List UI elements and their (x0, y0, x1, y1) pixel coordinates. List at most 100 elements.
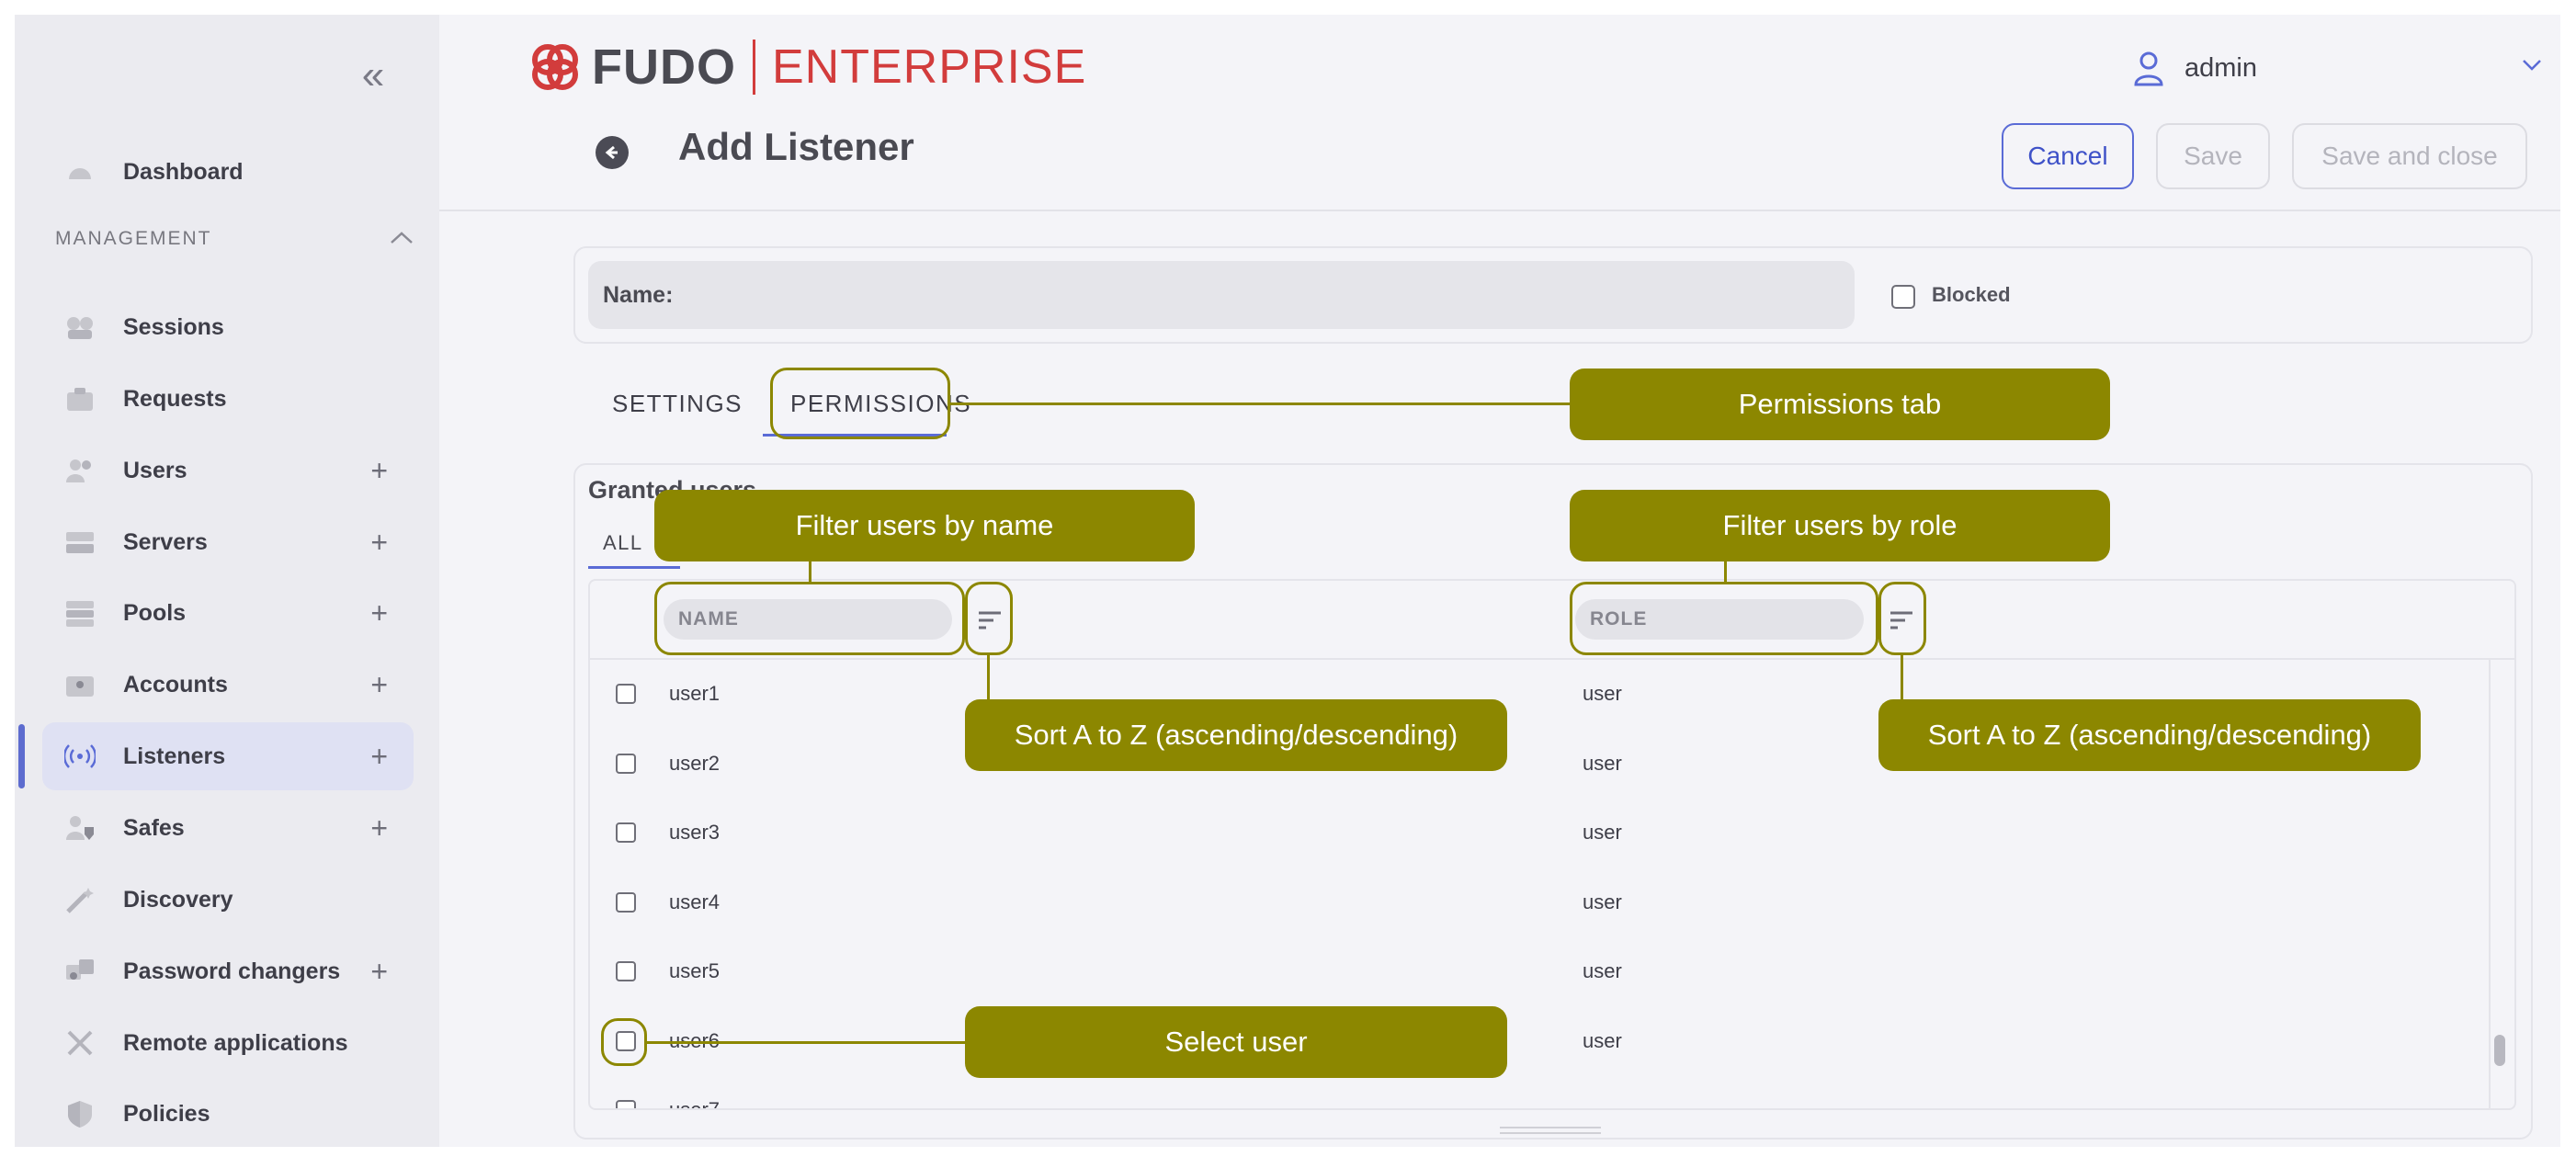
add-icon[interactable]: + (370, 739, 388, 774)
sidebar-item-password-changers[interactable]: Password changers + (42, 937, 414, 1005)
save-and-close-button[interactable]: Save and close (2292, 123, 2527, 189)
sidebar-item-pools[interactable]: Pools + (42, 579, 414, 647)
sidebar-item-safes[interactable]: Safes + (42, 794, 414, 862)
user-menu[interactable]: admin (2133, 50, 2542, 86)
page-title: Add Listener (678, 125, 914, 168)
blocked-checkbox[interactable] (1891, 285, 1915, 309)
row-checkbox[interactable] (616, 753, 636, 774)
row-checkbox[interactable] (616, 961, 636, 981)
sidebar-item-requests[interactable]: Requests (42, 365, 414, 433)
add-icon[interactable]: + (370, 453, 388, 488)
connector-line (987, 655, 990, 699)
chevron-up-icon[interactable] (388, 226, 415, 248)
table-row[interactable]: user7 (590, 1078, 2483, 1110)
active-subtab-indicator (588, 566, 680, 569)
pools-icon (64, 597, 96, 629)
connector-line (1724, 561, 1727, 582)
user-icon (2134, 51, 2163, 86)
user-name-cell: user2 (669, 751, 721, 775)
tab-settings[interactable]: SETTINGS (612, 390, 743, 418)
add-icon[interactable]: + (370, 954, 388, 989)
logo: FUDO ENTERPRISE (528, 39, 1086, 96)
requests-icon (64, 383, 96, 414)
active-item-indicator (18, 724, 25, 788)
connector-line (1901, 655, 1903, 699)
arrow-left-icon (605, 145, 618, 160)
accounts-icon (64, 669, 96, 700)
user-name-cell: user3 (669, 821, 721, 844)
chevron-down-icon[interactable] (2522, 59, 2542, 72)
cancel-button[interactable]: Cancel (2002, 123, 2134, 189)
listeners-icon (64, 741, 96, 772)
table-row[interactable]: user5 user (590, 939, 2483, 1008)
table-row[interactable]: user3 user (590, 800, 2483, 869)
user-role-cell: user (1583, 821, 1622, 844)
user-role-cell: user (1583, 890, 1622, 913)
sidebar-item-label: Sessions (123, 313, 224, 340)
logo-sub-text: ENTERPRISE (771, 40, 1087, 94)
sidebar-item-label: Discovery (123, 886, 233, 913)
sidebar-item-dashboard[interactable]: Dashboard (42, 138, 414, 206)
user-name-cell: user7 (669, 1098, 721, 1110)
policies-icon (64, 1098, 96, 1129)
sidebar-item-label: Dashboard (123, 158, 244, 185)
tab-all[interactable]: ALL (603, 531, 643, 555)
user-name-cell: user1 (669, 682, 721, 705)
row-checkbox[interactable] (616, 1100, 636, 1108)
user-name-cell: user5 (669, 959, 721, 982)
connector-line (950, 403, 1584, 405)
name-label: Name: (603, 281, 674, 308)
annotation-permissions-tab: Permissions tab (1570, 369, 2110, 440)
sidebar-item-listeners[interactable]: Listeners + (42, 722, 414, 790)
fudo-logo-icon (532, 44, 578, 90)
sidebar-item-users[interactable]: Users + (42, 437, 414, 505)
add-icon[interactable]: + (370, 811, 388, 845)
add-icon[interactable]: + (370, 667, 388, 702)
password-changers-icon (64, 956, 96, 987)
sidebar-item-remote-applications[interactable]: Remote applications (42, 1009, 414, 1077)
scrollbar-thumb[interactable] (2494, 1035, 2505, 1066)
granted-users-card: Granted users ALL NAME ROLE user1useruse… (573, 463, 2533, 1140)
users-icon (64, 455, 96, 486)
header: FUDO ENTERPRISE admin Add Listener Cance… (439, 15, 2560, 211)
logo-main-text: FUDO (592, 40, 736, 95)
add-icon[interactable]: + (370, 525, 388, 560)
back-button[interactable] (596, 136, 629, 169)
collapse-sidebar-icon[interactable]: « (355, 55, 392, 96)
user-name: admin (2184, 52, 2257, 83)
sidebar-item-label: Users (123, 457, 187, 483)
save-button[interactable]: Save (2156, 123, 2270, 189)
sidebar-item-label: Pools (123, 599, 187, 626)
user-name-cell: user4 (669, 890, 721, 913)
highlight-name-filter (654, 582, 965, 655)
annotation-sort-name: Sort A to Z (ascending/descending) (965, 699, 1507, 771)
sidebar-item-sessions[interactable]: Sessions (42, 293, 414, 361)
sidebar-item-label: Listeners (123, 743, 226, 769)
highlight-sort-name (965, 582, 1013, 655)
sidebar-item-policies[interactable]: Policies (42, 1080, 414, 1147)
row-checkbox[interactable] (616, 891, 636, 913)
sidebar-item-accounts[interactable]: Accounts + (42, 651, 414, 719)
sidebar-item-servers[interactable]: Servers + (42, 508, 414, 576)
connector-line (647, 1041, 978, 1044)
row-checkbox[interactable] (616, 684, 636, 704)
sidebar-item-discovery[interactable]: Discovery (42, 866, 414, 934)
name-card: Name: Blocked (573, 246, 2533, 344)
annotation-filter-name: Filter users by name (654, 490, 1195, 561)
servers-icon (64, 527, 96, 558)
annotation-sort-role: Sort A to Z (ascending/descending) (1878, 699, 2421, 771)
blocked-label: Blocked (1932, 283, 2011, 306)
name-field[interactable]: Name: (588, 261, 1855, 329)
user-role-cell: user (1583, 682, 1622, 705)
sessions-icon (64, 312, 96, 343)
app-window: « Dashboard MANAGEMENT Sessions Requests U… (15, 15, 2560, 1147)
sidebar-item-label: Servers (123, 528, 208, 555)
table-row[interactable]: user4 user (590, 870, 2483, 939)
row-checkbox[interactable] (616, 822, 636, 843)
sidebar-item-label: Password changers (123, 958, 341, 984)
resize-handle[interactable] (1500, 1127, 1601, 1134)
add-icon[interactable]: + (370, 595, 388, 630)
remote-applications-icon (64, 1027, 96, 1059)
user-role-cell: user (1583, 1028, 1622, 1052)
highlight-role-filter (1570, 582, 1878, 655)
